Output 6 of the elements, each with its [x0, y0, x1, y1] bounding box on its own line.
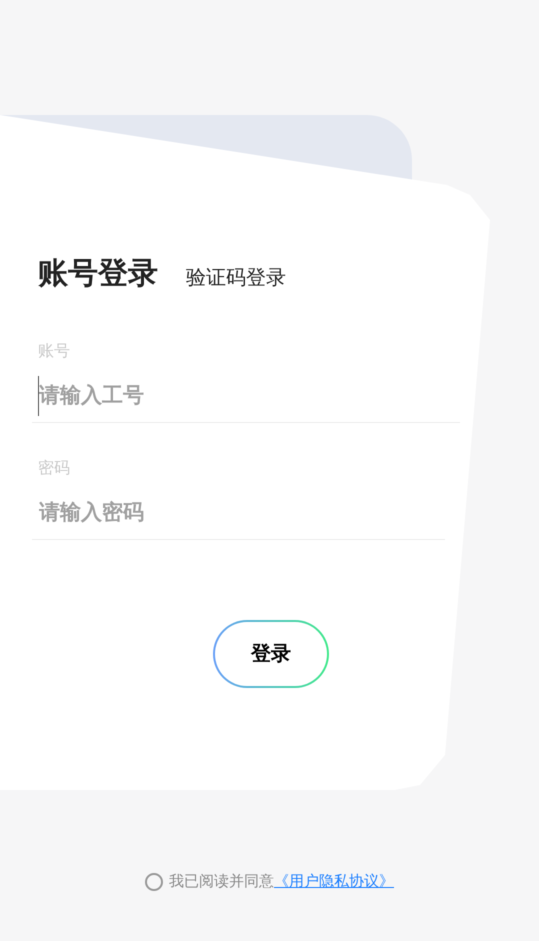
input-field[interactable]: 请输入密码	[38, 493, 445, 533]
input-field[interactable]: 请输入工号	[38, 376, 460, 416]
agree-checkbox[interactable]	[145, 873, 163, 892]
agreement-text: 我已阅读并同意《用户隐私协议》	[169, 872, 394, 892]
login-tab[interactable]: 验证码登录	[186, 263, 286, 293]
login-tab[interactable]: 账号登录	[38, 254, 158, 294]
